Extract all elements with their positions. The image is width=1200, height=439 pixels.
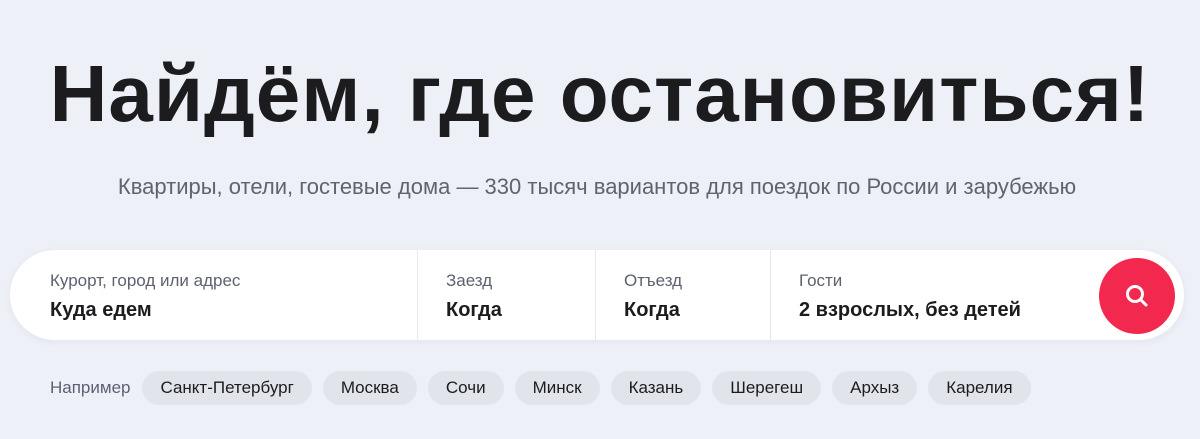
checkin-label: Заезд [446, 271, 493, 290]
destination-input[interactable]: Куда едем [50, 297, 410, 323]
page-subtitle: Квартиры, отели, гостевые дома — 330 тыс… [117, 174, 1077, 199]
field-divider [417, 250, 418, 340]
destination-label: Курорт, город или адрес [50, 271, 241, 290]
checkout-field[interactable]: Отъезд Когда [624, 250, 774, 340]
guests-label: Гости [799, 271, 843, 290]
suggestions-label: Например [50, 378, 131, 397]
suggestions-row: Например Санкт-Петербург Москва Сочи Мин… [50, 371, 1042, 405]
field-divider [770, 250, 771, 340]
suggestion-chip-spb[interactable]: Санкт-Петербург [142, 371, 312, 405]
suggestion-chip-minsk[interactable]: Минск [514, 371, 600, 405]
page-title: Найдём, где остановиться! [49, 49, 1151, 138]
suggestion-chip-sochi[interactable]: Сочи [427, 371, 504, 405]
suggestion-chip-kazan[interactable]: Казань [610, 371, 702, 405]
checkin-input[interactable]: Когда [446, 297, 596, 323]
checkin-field[interactable]: Заезд Когда [446, 250, 596, 340]
checkout-label: Отъезд [624, 271, 683, 290]
destination-field[interactable]: Курорт, город или адрес Куда едем [50, 250, 410, 340]
guests-field[interactable]: Гости 2 взрослых, без детей [799, 250, 1089, 340]
suggestion-chip-sheregesh[interactable]: Шерегеш [712, 371, 822, 405]
search-bar: Курорт, город или адрес Куда едем Заезд … [10, 250, 1184, 340]
search-button[interactable] [1099, 258, 1175, 334]
search-icon [1126, 285, 1148, 307]
guests-input[interactable]: 2 взрослых, без детей [799, 297, 1089, 323]
field-divider [595, 250, 596, 340]
suggestion-chip-arkhyz[interactable]: Архыз [832, 371, 918, 405]
suggestion-chip-moscow[interactable]: Москва [322, 371, 417, 405]
suggestion-chip-karelia[interactable]: Карелия [928, 371, 1031, 405]
checkout-input[interactable]: Когда [624, 297, 774, 323]
